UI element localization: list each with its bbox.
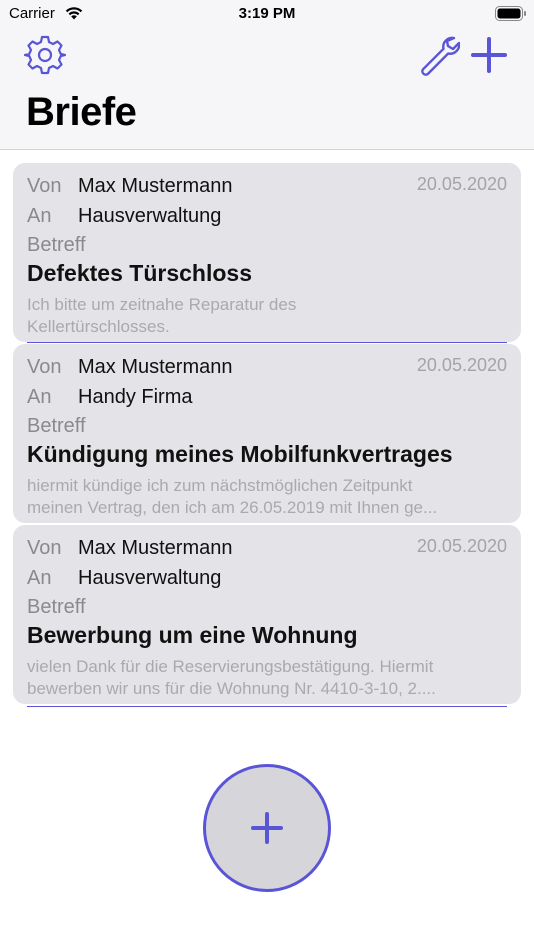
to-value: Handy Firma (78, 386, 193, 408)
letter-preview-line: vielen Dank für die Reservierungsbestäti… (27, 657, 434, 676)
letter-preview-line: hiermit kündige ich zum nächstmöglichen … (27, 476, 413, 495)
tools-button[interactable] (418, 34, 461, 76)
subject-label: Betreff (27, 596, 86, 618)
letter-subject: Defektes Türschloss (27, 260, 252, 286)
wrench-icon (421, 36, 461, 76)
letter-preview: Ich bitte um zeitnahe Reparatur des Kell… (27, 294, 509, 338)
from-value: Max Mustermann (78, 175, 233, 197)
status-time: 3:19 PM (238, 5, 296, 22)
letter-date: 20.05.2020 (416, 174, 507, 194)
letter-preview: hiermit kündige ich zum nächstmöglichen … (27, 475, 509, 519)
from-label: Von (27, 175, 62, 197)
status-bar: Carrier 3:19 PM (0, 0, 534, 28)
from-label: Von (27, 537, 62, 559)
letter-card[interactable]: Von Max Mustermann 20.05.2020 An Hausver… (13, 525, 521, 707)
from-value: Max Mustermann (78, 356, 233, 378)
letter-preview-line: bewerben wir uns für die Wohnung Nr. 441… (27, 679, 436, 698)
to-value: Hausverwaltung (78, 567, 222, 589)
to-value: Hausverwaltung (78, 205, 222, 227)
letter-date: 20.05.2020 (416, 536, 507, 556)
letter-date: 20.05.2020 (416, 355, 507, 375)
letter-card[interactable]: Von Max Mustermann 20.05.2020 An Hausver… (13, 163, 521, 343)
letter-subject: Bewerbung um eine Wohnung (27, 622, 358, 648)
to-label: An (27, 205, 52, 227)
settings-button[interactable] (23, 34, 67, 76)
letter-preview-line: Ich bitte um zeitnahe Reparatur des (27, 295, 297, 314)
from-value: Max Mustermann (78, 537, 233, 559)
subject-label: Betreff (27, 415, 86, 437)
battery-icon (495, 6, 526, 21)
add-letter-button[interactable] (470, 34, 508, 76)
plus-icon (251, 812, 283, 844)
card-separator (27, 706, 507, 707)
plus-icon (471, 37, 507, 73)
letter-card[interactable]: Von Max Mustermann 20.05.2020 An Handy F… (13, 344, 521, 523)
gear-icon (23, 35, 67, 75)
letter-subject: Kündigung meines Mobilfunkvertrages (27, 441, 453, 467)
card-separator (27, 342, 507, 343)
letter-preview-line: meinen Vertrag, den ich am 26.05.2019 mi… (27, 498, 438, 517)
to-label: An (27, 567, 52, 589)
from-label: Von (27, 356, 62, 378)
floating-add-button[interactable] (203, 764, 331, 892)
subject-label: Betreff (27, 234, 86, 256)
letter-preview: vielen Dank für die Reservierungsbestäti… (27, 656, 509, 700)
letter-list: Von Max Mustermann 20.05.2020 An Hausver… (13, 163, 521, 707)
page-title: Briefe (26, 90, 137, 134)
to-label: An (27, 386, 52, 408)
letter-preview-line: Kellertürschlosses. (27, 317, 170, 336)
